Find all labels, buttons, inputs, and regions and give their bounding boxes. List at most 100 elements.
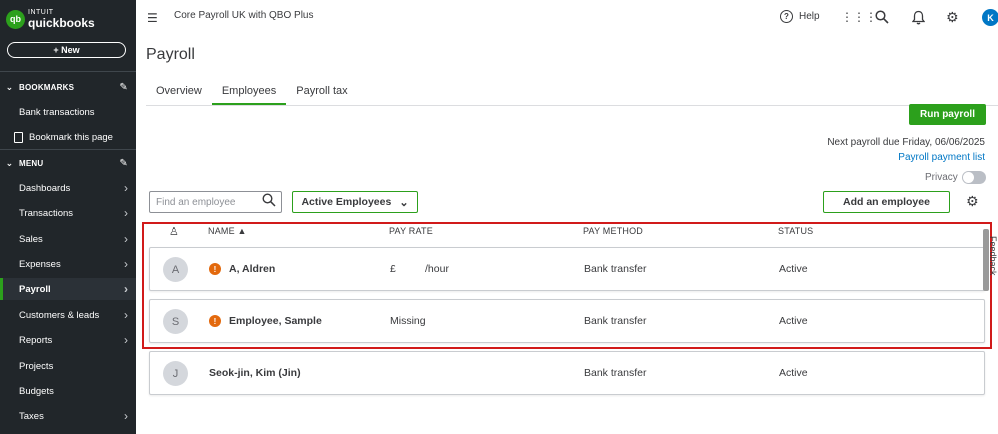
chevron-right-icon: › — [124, 232, 128, 246]
table-row[interactable]: J Seok-jin, Kim (Jin) Bank transfer Acti… — [149, 351, 985, 395]
tab-payroll-tax[interactable]: Payroll tax — [286, 80, 357, 106]
tab-employees[interactable]: Employees — [211, 80, 287, 106]
logo-product: quickbooks — [28, 16, 95, 30]
app-root: qb INTUIT quickbooks + New ⌄ BOOKMARKS ✎… — [0, 0, 998, 434]
chevron-right-icon: › — [124, 282, 128, 296]
feedback-tab[interactable]: Feedback — [988, 236, 998, 276]
chevron-right-icon: › — [124, 257, 128, 271]
avatar: S — [163, 309, 188, 334]
qb-logo-icon: qb — [6, 9, 25, 29]
warning-icon: ! — [209, 263, 221, 275]
edit-bookmarks-icon[interactable]: ✎ — [119, 82, 128, 93]
sidebar-item-label: Expenses — [19, 258, 61, 270]
tab-overview[interactable]: Overview — [146, 80, 212, 106]
logo-intuit: INTUIT — [28, 9, 54, 16]
sidebar-item-projects[interactable]: Projects — [0, 355, 136, 377]
add-employee-button[interactable]: Add an employee — [823, 191, 950, 213]
table-row[interactable]: S ! Employee, Sample Missing Bank transf… — [149, 299, 985, 343]
pay-rate: £ /hour — [390, 263, 449, 275]
bell-icon[interactable] — [912, 10, 925, 25]
sidebar-divider — [0, 149, 136, 150]
status: Active — [779, 315, 808, 327]
sidebar-item-sales[interactable]: Sales › — [0, 228, 136, 250]
run-payroll-button[interactable]: Run payroll — [909, 104, 986, 125]
search-icon[interactable] — [262, 193, 276, 207]
pay-rate: Missing — [390, 315, 426, 327]
user-avatar[interactable]: K — [982, 9, 998, 26]
sidebar-item-budgets[interactable]: Budgets — [0, 380, 136, 402]
sidebar-item-dashboards[interactable]: Dashboards › — [0, 177, 136, 199]
status: Active — [779, 263, 808, 275]
help-icon: ? — [780, 10, 793, 23]
sidebar-item-label: Bank transactions — [19, 106, 95, 118]
table-settings-gear-icon[interactable]: ⚙ — [966, 193, 979, 210]
sidebar-item-transactions[interactable]: Transactions › — [0, 202, 136, 224]
top-bar: ☰ Core Payroll UK with QBO Plus ? Help ⋮… — [136, 0, 998, 36]
sidebar-item-reports[interactable]: Reports › — [0, 329, 136, 351]
chevron-down-icon: ⌄ — [5, 81, 14, 92]
sidebar-item-label: Taxes — [19, 410, 44, 422]
chevron-right-icon: › — [124, 409, 128, 423]
page-title: Payroll — [146, 46, 195, 63]
bookmarks-header-label: BOOKMARKS — [19, 82, 75, 92]
chevron-right-icon: › — [124, 206, 128, 220]
avatar: J — [163, 361, 188, 386]
menu-header-label: MENU — [19, 158, 44, 168]
filter-label: Active Employees — [301, 196, 392, 208]
employee-name[interactable]: A, Aldren — [229, 263, 275, 275]
apps-grid-icon[interactable]: ⋮⋮⋮ — [841, 10, 877, 24]
sidebar-item-bank-transactions[interactable]: Bank transactions — [0, 101, 136, 123]
pay-method: Bank transfer — [584, 367, 647, 379]
privacy-label: Privacy — [925, 172, 958, 183]
sidebar-item-label: Sales — [19, 233, 43, 245]
avatar: A — [163, 257, 188, 282]
payroll-payment-list-link[interactable]: Payroll payment list — [898, 152, 985, 163]
sidebar-item-label: Transactions — [19, 207, 74, 219]
edit-menu-icon[interactable]: ✎ — [119, 158, 128, 169]
chevron-down-icon: ⌄ — [399, 196, 409, 209]
payroll-tabs: Overview Employees Payroll tax — [146, 80, 358, 106]
sidebar-item-label: Dashboards — [19, 182, 71, 194]
sidebar-item-payroll[interactable]: Payroll › — [0, 278, 136, 300]
sidebar-item-expenses[interactable]: Expenses › — [0, 253, 136, 275]
privacy-toggle[interactable] — [962, 171, 986, 184]
pay-method: Bank transfer — [584, 263, 647, 275]
chevron-right-icon: › — [124, 308, 128, 322]
sidebar-divider — [0, 71, 136, 72]
chevron-right-icon: › — [124, 333, 128, 347]
bookmarks-header[interactable]: ⌄ BOOKMARKS ✎ — [0, 77, 136, 97]
collapse-menu-icon[interactable]: ☰ — [147, 11, 158, 25]
sidebar-item-bookmark-this-page[interactable]: Bookmark this page — [0, 126, 136, 148]
col-header-name[interactable]: NAME ▲ — [208, 226, 247, 236]
gear-icon[interactable]: ⚙ — [946, 9, 959, 26]
employee-name[interactable]: Seok-jin, Kim (Jin) — [209, 367, 301, 379]
employee-name[interactable]: Employee, Sample — [229, 315, 322, 327]
col-header-pay-method: PAY METHOD — [583, 226, 644, 236]
menu-header[interactable]: ⌄ MENU ✎ — [0, 153, 136, 173]
sidebar-item-label: Customers & leads — [19, 309, 100, 321]
bookmark-icon — [14, 131, 23, 143]
sidebar: qb INTUIT quickbooks + New ⌄ BOOKMARKS ✎… — [0, 0, 136, 434]
employee-filter-dropdown[interactable]: Active Employees ⌄ — [292, 191, 418, 213]
search-icon[interactable] — [875, 10, 889, 24]
status: Active — [779, 367, 808, 379]
company-name: Core Payroll UK with QBO Plus — [174, 10, 314, 21]
warning-icon: ! — [209, 315, 221, 327]
col-header-status: STATUS — [778, 226, 814, 236]
table-row[interactable]: A ! A, Aldren £ /hour Bank transfer Acti… — [149, 247, 985, 291]
logo-text: INTUIT quickbooks — [28, 9, 95, 29]
sidebar-item-label: Bookmark this page — [29, 131, 113, 143]
chevron-right-icon: › — [124, 181, 128, 195]
new-button[interactable]: + New — [7, 42, 126, 58]
chevron-down-icon: ⌄ — [5, 157, 14, 168]
sidebar-item-label: Payroll — [19, 283, 51, 295]
sidebar-item-label: Projects — [19, 360, 54, 372]
col-header-pay-rate: PAY RATE — [389, 226, 433, 236]
sidebar-item-taxes[interactable]: Taxes › — [0, 405, 136, 427]
help-label: Help — [799, 11, 820, 22]
pay-method: Bank transfer — [584, 315, 647, 327]
tabs-divider — [146, 105, 998, 106]
help-button[interactable]: ? Help — [780, 10, 820, 23]
quickbooks-logo[interactable]: qb INTUIT quickbooks — [6, 9, 95, 29]
sidebar-item-customers-leads[interactable]: Customers & leads › — [0, 304, 136, 326]
